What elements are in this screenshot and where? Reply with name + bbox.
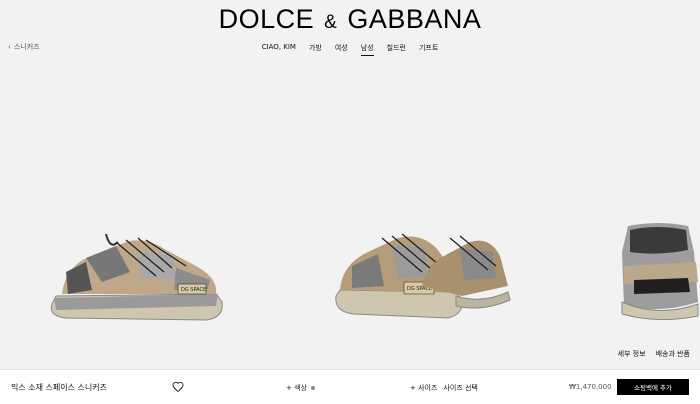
details-link[interactable]: 세부 정보 <box>618 349 646 359</box>
nav-item-children[interactable]: 칠드런 <box>387 43 406 56</box>
nav-item-account[interactable]: CIAO, KIM <box>262 43 296 56</box>
brand-logo-part1: DOLCE <box>218 4 315 34</box>
color-selector-label: + 색상 <box>286 384 307 392</box>
add-to-bag-button[interactable]: 쇼핑백에 추가 <box>617 379 689 395</box>
heart-icon[interactable] <box>172 381 184 393</box>
add-to-bag-label: 쇼핑백에 추가 <box>634 384 672 392</box>
size-selector[interactable]: + 사이즈 사이즈 선택 <box>410 383 478 393</box>
shipping-returns-link[interactable]: 배송과 반품 <box>656 349 690 359</box>
nav-item-women[interactable]: 여성 <box>335 43 348 56</box>
product-image-pair[interactable]: DG SPACE <box>332 226 512 322</box>
nav-item-gifts[interactable]: 기프트 <box>419 43 438 56</box>
nav-item-men[interactable]: 남성 <box>360 43 374 56</box>
svg-text:DG SPACE: DG SPACE <box>181 287 206 293</box>
color-selector[interactable]: + 색상 <box>286 383 315 393</box>
nav-item-bags[interactable]: 가방 <box>309 43 322 56</box>
product-image-side[interactable]: DG SPACE <box>46 232 226 324</box>
main-nav: CIAO, KIM 가방 여성 남성 칠드런 기프트 <box>0 43 700 56</box>
product-name: 믹스 소재 스페이스 스니커즈 <box>11 383 107 392</box>
brand-logo[interactable]: DOLCE & GABBANA <box>0 4 700 35</box>
product-gallery[interactable]: DG SPACE DG SPACE <box>0 66 700 368</box>
brand-logo-part2: GABBANA <box>347 4 482 34</box>
size-select-value: 사이즈 선택 <box>443 384 478 392</box>
product-image-back[interactable] <box>618 222 700 322</box>
product-price: ₩1,470,000 <box>569 383 612 391</box>
product-info-links: 세부 정보 배송과 반품 <box>618 349 690 359</box>
color-swatch[interactable] <box>310 386 315 390</box>
brand-logo-ampersand: & <box>324 12 338 33</box>
size-selector-label: + 사이즈 <box>410 384 438 392</box>
product-bottom-bar: 믹스 소재 스페이스 스니커즈 + 색상 + 사이즈 사이즈 선택 ₩1,470… <box>0 369 700 404</box>
